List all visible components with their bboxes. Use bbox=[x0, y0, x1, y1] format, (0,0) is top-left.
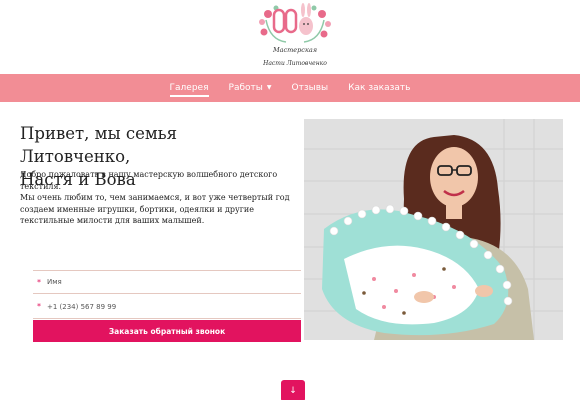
intro-paragraph-1: Добро пожаловать в нашу мастерскую волше… bbox=[20, 170, 278, 191]
intro-text: Добро пожаловать в нашу мастерскую волше… bbox=[20, 169, 292, 227]
main-nav: Галерея Работы ▼ Отзывы Как заказать bbox=[0, 74, 580, 102]
nav-item-label: Галерея bbox=[169, 83, 209, 93]
name-input[interactable] bbox=[47, 278, 267, 286]
nav-item-label: Работы bbox=[228, 83, 263, 93]
phone-input[interactable] bbox=[47, 302, 267, 311]
nav-item-label: Отзывы bbox=[291, 83, 329, 93]
name-field: * bbox=[33, 270, 301, 294]
chevron-down-icon: ▼ bbox=[266, 84, 272, 91]
hero-photo bbox=[304, 119, 563, 340]
logo-emblem-icon bbox=[259, 3, 331, 43]
nav-item-works[interactable]: Работы ▼ bbox=[229, 74, 272, 102]
hero-image bbox=[304, 119, 563, 340]
arrow-down-icon: ↓ bbox=[289, 386, 297, 396]
logo-line1: Мастерская bbox=[272, 46, 318, 54]
required-icon: * bbox=[37, 277, 41, 287]
page-title-line1: Привет, мы семья Литовченко, bbox=[20, 124, 178, 166]
scroll-down-button[interactable]: ↓ bbox=[281, 380, 305, 400]
header: Мастерская Насти Литовченко bbox=[0, 0, 580, 74]
phone-field: * bbox=[33, 295, 301, 319]
nav-item-how-to-order[interactable]: Как заказать bbox=[348, 74, 410, 102]
logo-line2: Насти Литовченко bbox=[263, 60, 327, 67]
required-icon: * bbox=[37, 302, 41, 311]
nav-item-reviews[interactable]: Отзывы bbox=[292, 74, 329, 102]
logo[interactable]: Мастерская Насти Литовченко bbox=[252, 0, 338, 74]
intro-paragraph-2: Мы очень любим то, чем занимаемся, и вот… bbox=[20, 193, 290, 225]
callback-button[interactable]: Заказать обратный звонок bbox=[33, 320, 301, 342]
nav-item-label: Как заказать bbox=[348, 83, 411, 93]
nav-item-gallery[interactable]: Галерея bbox=[169, 74, 209, 102]
